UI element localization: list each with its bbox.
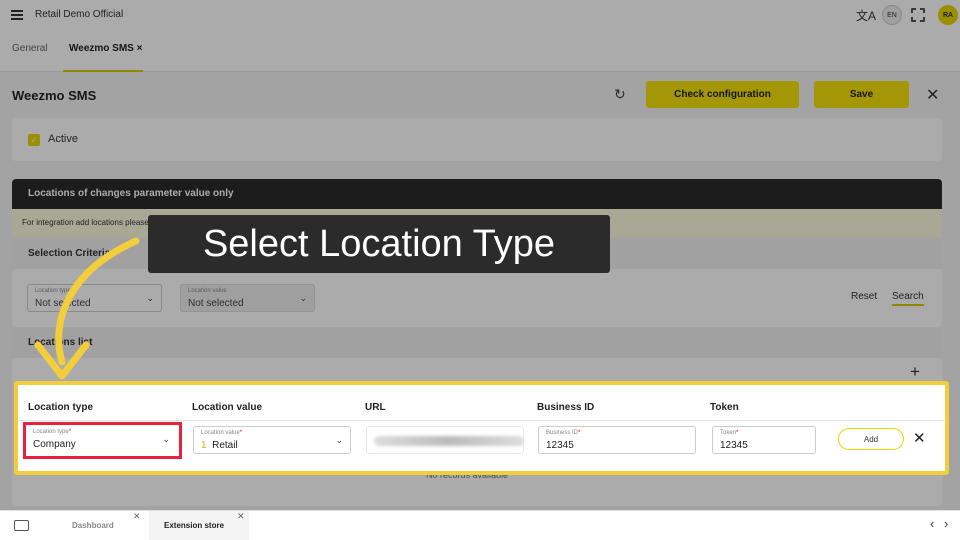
tutorial-arrow-icon (34, 237, 140, 380)
close-icon[interactable]: ✕ (237, 511, 245, 522)
bottom-tab-extension-store[interactable]: Extension store (164, 521, 224, 530)
bottom-bar: Dashboard ✕ Extension store ✕ ‹ › (0, 510, 960, 540)
chevron-right-icon[interactable]: › (944, 516, 948, 531)
chevron-left-icon[interactable]: ‹ (930, 516, 934, 531)
close-icon[interactable]: ✕ (133, 511, 141, 522)
window-icon[interactable] (14, 520, 29, 531)
bottom-tab-dashboard[interactable]: Dashboard (72, 521, 114, 530)
